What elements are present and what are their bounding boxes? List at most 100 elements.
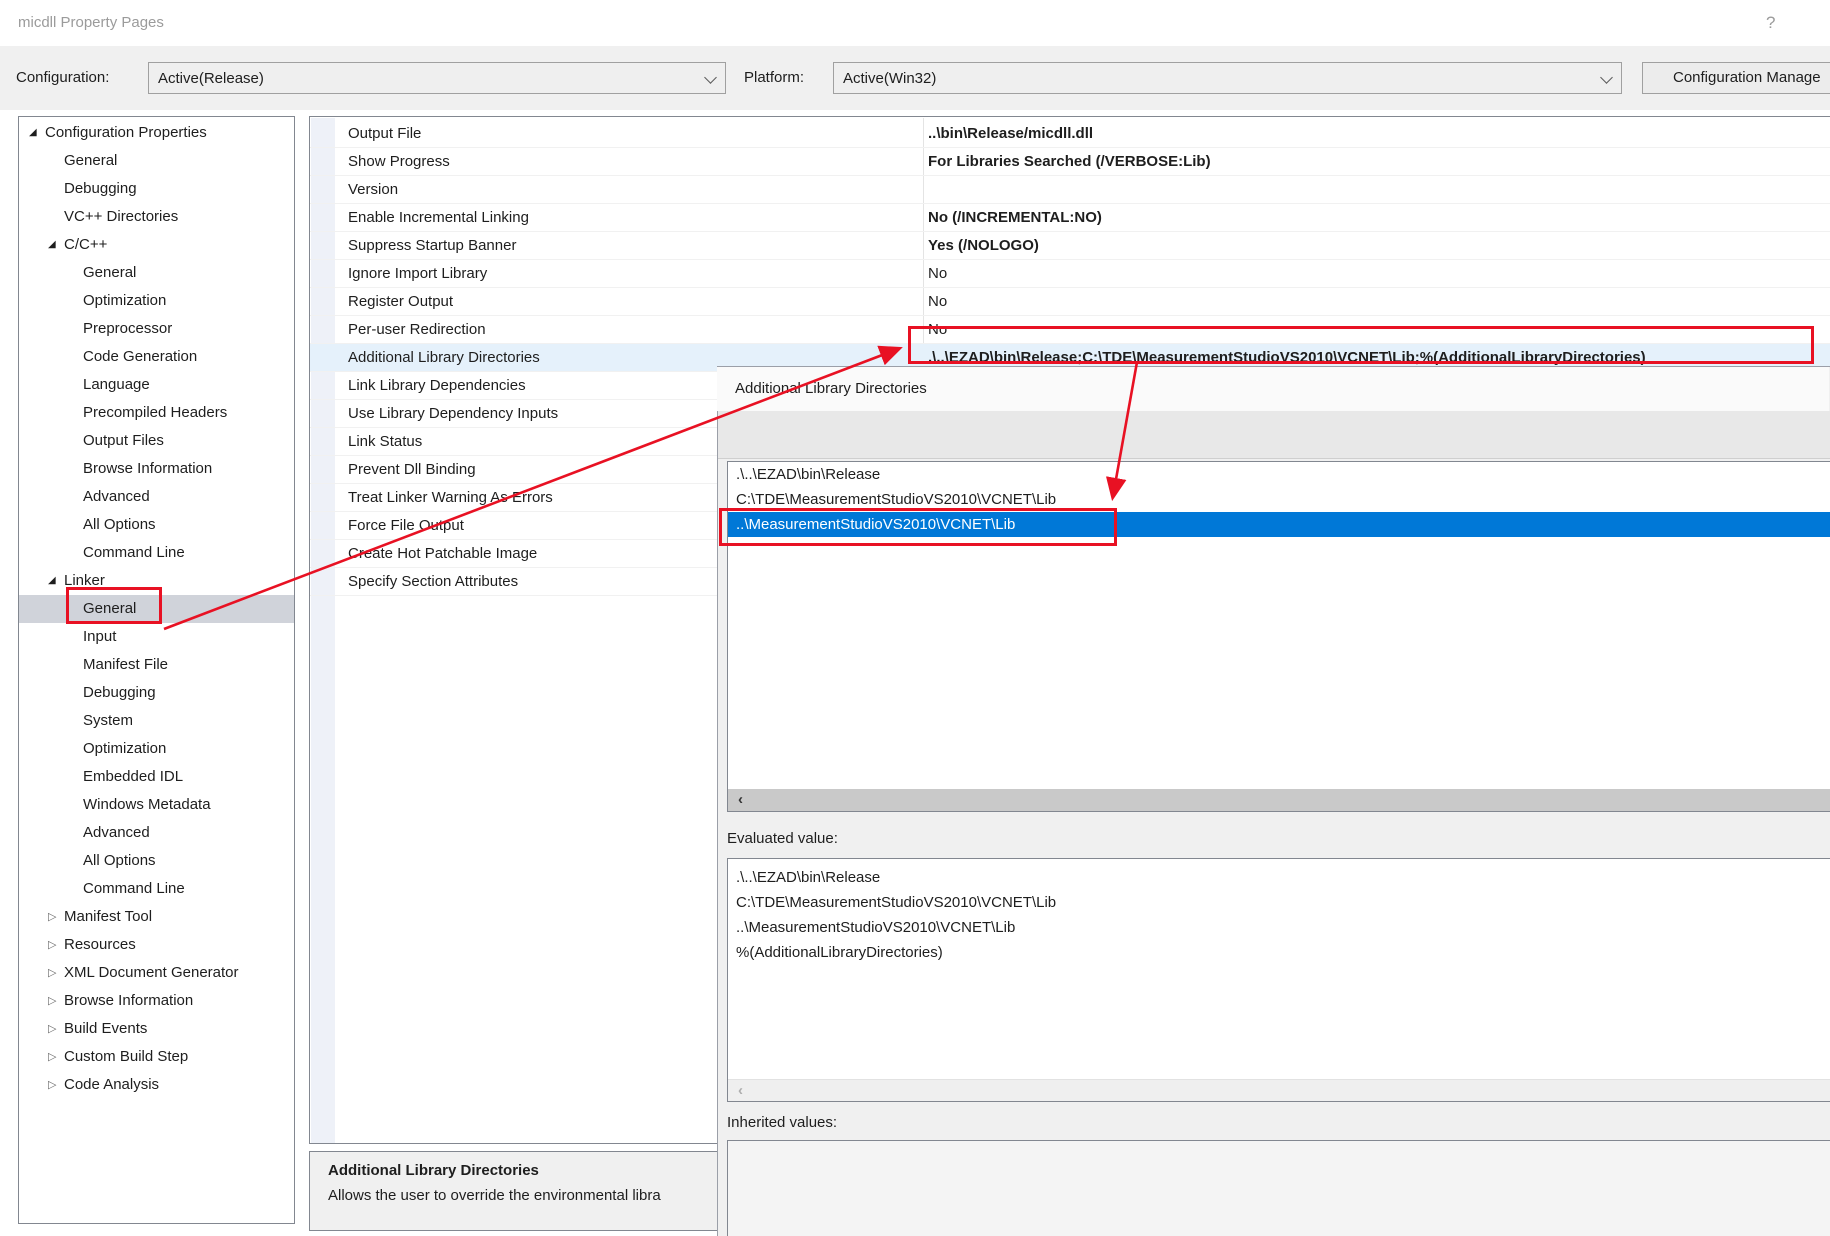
- tree-item-xml-document-generator[interactable]: ▷XML Document Generator: [19, 959, 294, 987]
- configuration-dropdown[interactable]: Active(Release): [148, 62, 726, 94]
- property-row-suppress-startup-banner[interactable]: Suppress Startup BannerYes (/NOLOGO): [310, 232, 1830, 260]
- tree-item-label: XML Document Generator: [64, 964, 239, 981]
- horizontal-scrollbar[interactable]: ‹: [728, 789, 1830, 811]
- property-row-output-file[interactable]: Output File..\bin\Release/micdll.dll: [310, 120, 1830, 148]
- tree-item-c-c[interactable]: ◢C/C++: [19, 231, 294, 259]
- directories-list: .\..\EZAD\bin\ReleaseC:\TDE\MeasurementS…: [727, 461, 1830, 812]
- scroll-left-arrow-icon[interactable]: ‹: [728, 1080, 753, 1101]
- collapse-arrow-icon[interactable]: ◢: [48, 567, 64, 595]
- property-value[interactable]: No: [923, 288, 947, 315]
- tree-item-label: General: [83, 600, 136, 617]
- property-row-per-user-redirection[interactable]: Per-user RedirectionNo: [310, 316, 1830, 344]
- platform-value: Active(Win32): [843, 70, 936, 87]
- configuration-value: Active(Release): [158, 70, 264, 87]
- chevron-down-icon: [704, 71, 717, 84]
- tree-item-system[interactable]: System: [19, 707, 294, 735]
- tree-item-manifest-tool[interactable]: ▷Manifest Tool: [19, 903, 294, 931]
- expand-arrow-icon[interactable]: ▷: [48, 903, 64, 931]
- tree-item-debugging[interactable]: Debugging: [19, 175, 294, 203]
- property-value[interactable]: ..\bin\Release/micdll.dll: [923, 120, 1093, 147]
- expand-arrow-icon[interactable]: ▷: [48, 959, 64, 987]
- expand-arrow-icon[interactable]: ▷: [48, 931, 64, 959]
- tree-item-optimization[interactable]: Optimization: [19, 735, 294, 763]
- scroll-left-arrow-icon[interactable]: ‹: [728, 789, 753, 811]
- property-value[interactable]: No: [923, 316, 947, 343]
- horizontal-scrollbar[interactable]: ‹: [728, 1079, 1830, 1101]
- property-value[interactable]: Yes (/NOLOGO): [923, 232, 1039, 259]
- property-value[interactable]: For Libraries Searched (/VERBOSE:Lib): [923, 148, 1211, 175]
- directory-item[interactable]: ..\MeasurementStudioVS2010\VCNET\Lib: [728, 512, 1830, 537]
- tree-item-custom-build-step[interactable]: ▷Custom Build Step: [19, 1043, 294, 1071]
- property-value[interactable]: [923, 176, 928, 203]
- tree-item-linker[interactable]: ◢Linker: [19, 567, 294, 595]
- tree-item-configuration-properties[interactable]: ◢Configuration Properties: [19, 119, 294, 147]
- tree-item-debugging[interactable]: Debugging: [19, 679, 294, 707]
- tree-item-output-files[interactable]: Output Files: [19, 427, 294, 455]
- tree-item-general[interactable]: General: [19, 595, 294, 623]
- platform-label: Platform:: [744, 66, 804, 90]
- property-row-register-output[interactable]: Register OutputNo: [310, 288, 1830, 316]
- tree-item-build-events[interactable]: ▷Build Events: [19, 1015, 294, 1043]
- property-row-enable-incremental-linking[interactable]: Enable Incremental LinkingNo (/INCREMENT…: [310, 204, 1830, 232]
- tree-item-label: VC++ Directories: [64, 208, 178, 225]
- platform-dropdown[interactable]: Active(Win32): [833, 62, 1622, 94]
- tree-item-browse-information[interactable]: Browse Information: [19, 455, 294, 483]
- property-label: Ignore Import Library: [310, 260, 923, 287]
- tree-item-general[interactable]: General: [19, 147, 294, 175]
- tree-item-command-line[interactable]: Command Line: [19, 539, 294, 567]
- tree-item-preprocessor[interactable]: Preprocessor: [19, 315, 294, 343]
- collapse-arrow-icon[interactable]: ◢: [29, 119, 45, 147]
- property-row-show-progress[interactable]: Show ProgressFor Libraries Searched (/VE…: [310, 148, 1830, 176]
- expand-arrow-icon[interactable]: ▷: [48, 1071, 64, 1099]
- tree-item-label: Linker: [64, 572, 105, 589]
- property-row-ignore-import-library[interactable]: Ignore Import LibraryNo: [310, 260, 1830, 288]
- tree-item-label: Browse Information: [64, 992, 193, 1009]
- tree-item-advanced[interactable]: Advanced: [19, 819, 294, 847]
- directory-item[interactable]: .\..\EZAD\bin\Release: [728, 462, 1830, 487]
- popup-title: Additional Library Directories: [735, 367, 927, 411]
- tree-item-label: Build Events: [64, 1020, 147, 1037]
- property-row-version[interactable]: Version: [310, 176, 1830, 204]
- expand-arrow-icon[interactable]: ▷: [48, 987, 64, 1015]
- tree-item-manifest-file[interactable]: Manifest File: [19, 651, 294, 679]
- tree-item-embedded-idl[interactable]: Embedded IDL: [19, 763, 294, 791]
- title-bar: micdll Property Pages ?: [0, 0, 1830, 46]
- tree-item-label: System: [83, 712, 133, 729]
- tree-item-windows-metadata[interactable]: Windows Metadata: [19, 791, 294, 819]
- tree-item-all-options[interactable]: All Options: [19, 847, 294, 875]
- tree-item-code-analysis[interactable]: ▷Code Analysis: [19, 1071, 294, 1099]
- tree-item-label: Advanced: [83, 488, 150, 505]
- configuration-manager-button[interactable]: Configuration Manage: [1642, 62, 1830, 94]
- tree-item-label: General: [64, 152, 117, 169]
- configuration-tree: ◢Configuration Properties General Debuggin…: [18, 116, 295, 1224]
- tree-item-general[interactable]: General: [19, 259, 294, 287]
- evaluated-line: ..\MeasurementStudioVS2010\VCNET\Lib: [728, 915, 1830, 940]
- inherited-values-box: [727, 1140, 1830, 1236]
- tree-item-precompiled-headers[interactable]: Precompiled Headers: [19, 399, 294, 427]
- tree-item-browse-information[interactable]: ▷Browse Information: [19, 987, 294, 1015]
- expand-arrow-icon[interactable]: ▷: [48, 1043, 64, 1071]
- tree-item-resources[interactable]: ▷Resources: [19, 931, 294, 959]
- directory-item[interactable]: C:\TDE\MeasurementStudioVS2010\VCNET\Lib: [728, 487, 1830, 512]
- property-label: Suppress Startup Banner: [310, 232, 923, 259]
- help-icon[interactable]: ?: [1766, 0, 1775, 46]
- window-title: micdll Property Pages: [18, 0, 164, 46]
- screenshot-root: { "window": { "title": "micdll Property …: [0, 0, 1830, 1236]
- collapse-arrow-icon[interactable]: ◢: [48, 231, 64, 259]
- tree-item-optimization[interactable]: Optimization: [19, 287, 294, 315]
- tree-item-label: Language: [83, 376, 150, 393]
- tree-item-label: Advanced: [83, 824, 150, 841]
- tree-item-advanced[interactable]: Advanced: [19, 483, 294, 511]
- tree-item-code-generation[interactable]: Code Generation: [19, 343, 294, 371]
- tree-item-language[interactable]: Language: [19, 371, 294, 399]
- property-label: Version: [310, 176, 923, 203]
- tree-item-vc-directories[interactable]: VC++ Directories: [19, 203, 294, 231]
- tree-item-input[interactable]: Input: [19, 623, 294, 651]
- property-value[interactable]: No (/INCREMENTAL:NO): [923, 204, 1102, 231]
- tree-item-command-line[interactable]: Command Line: [19, 875, 294, 903]
- property-label: Register Output: [310, 288, 923, 315]
- tree-item-all-options[interactable]: All Options: [19, 511, 294, 539]
- property-value[interactable]: No: [923, 260, 947, 287]
- chevron-down-icon: [1600, 71, 1613, 84]
- expand-arrow-icon[interactable]: ▷: [48, 1015, 64, 1043]
